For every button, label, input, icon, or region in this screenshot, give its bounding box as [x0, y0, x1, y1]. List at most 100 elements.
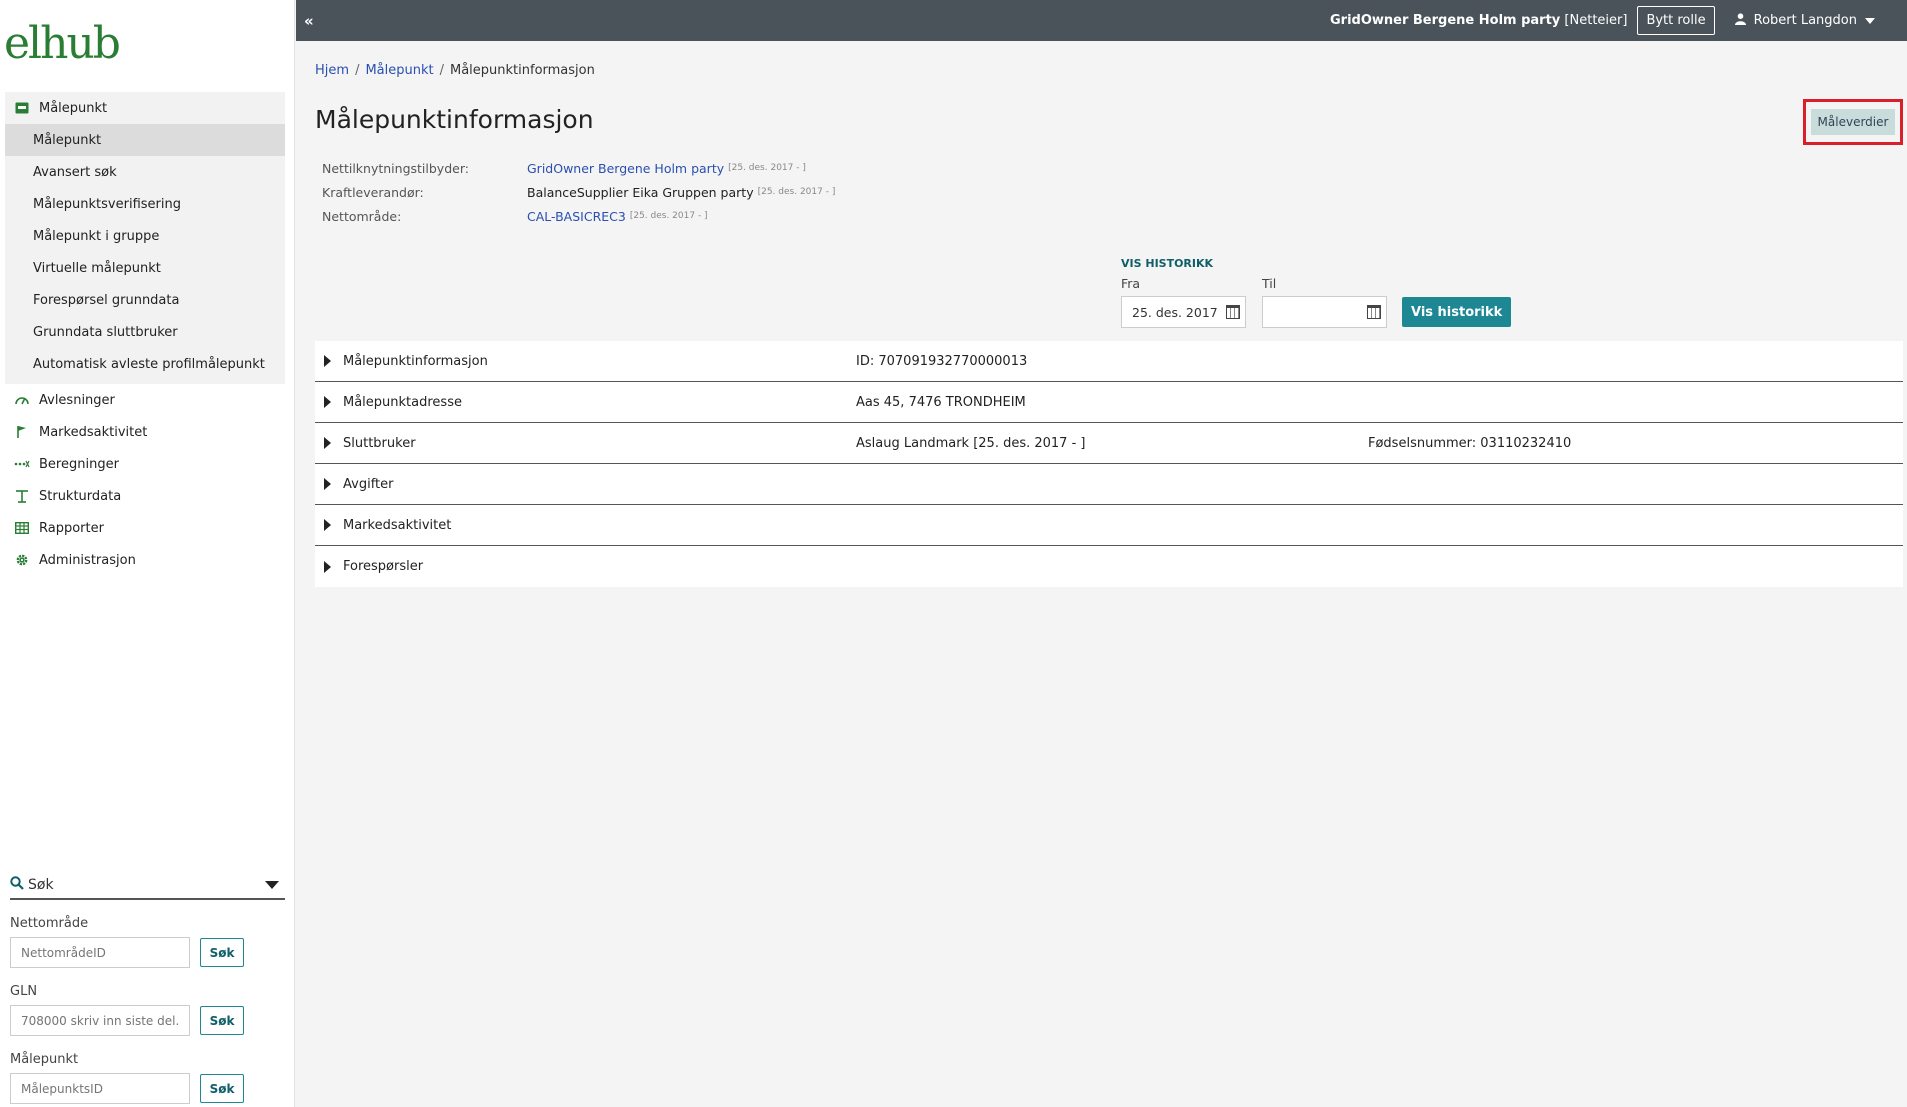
to-date-field[interactable]	[1262, 296, 1387, 328]
gln-input[interactable]	[10, 1005, 190, 1036]
supplier-value: BalanceSupplier Eika Gruppen party	[527, 184, 754, 200]
breadcrumb-separator: /	[439, 63, 444, 78]
nav-item-rapporter[interactable]: Rapporter	[5, 512, 285, 544]
sidebar: elhub Målepunkt Målepunkt Avansert søk M…	[0, 0, 295, 1107]
from-date-field[interactable]: 25. des. 2017	[1121, 296, 1246, 328]
breadcrumb-malepunkt[interactable]: Målepunkt	[365, 63, 433, 78]
nav-label: Markedsaktivitet	[39, 424, 148, 440]
nav-label: Strukturdata	[39, 488, 122, 504]
nav-item-strukturdata[interactable]: Strukturdata	[5, 480, 285, 512]
chevron-down-icon	[265, 881, 279, 889]
nav-subitem-avansert-sok[interactable]: Avansert søk	[5, 156, 285, 188]
caret-right-icon	[324, 355, 331, 367]
nav-subitem-malepunktsverifisering[interactable]: Målepunktsverifisering	[5, 188, 285, 220]
switch-role-button[interactable]: Bytt rolle	[1637, 6, 1715, 35]
user-icon	[1734, 12, 1746, 29]
history-title: VIS HISTORIKK	[1121, 257, 1214, 270]
collapse-sidebar-icon[interactable]: «	[304, 12, 328, 30]
accordion-label: Målepunktinformasjon	[343, 353, 488, 369]
breadcrumb-current: Målepunktinformasjon	[450, 63, 595, 78]
breadcrumb-hjem[interactable]: Hjem	[315, 63, 349, 78]
search-icon	[10, 876, 24, 894]
info-key: Nettilknytningstilbyder:	[322, 160, 469, 176]
caret-right-icon	[324, 437, 331, 449]
pylon-icon	[12, 489, 32, 503]
nav-subitem-grunndata-sluttbruker[interactable]: Grunndata sluttbruker	[5, 316, 285, 348]
elhub-logo[interactable]: elhub	[4, 18, 121, 69]
accordion-row-avgifter[interactable]: Avgifter	[315, 464, 1903, 505]
gln-search-button[interactable]: Søk	[200, 1006, 244, 1035]
gauge-icon	[12, 394, 32, 406]
nav-item-beregninger[interactable]: Beregninger	[5, 448, 285, 480]
history-filter: VIS HISTORIKK Fra Til 25. des. 2017 Vis …	[1121, 257, 1512, 328]
quick-search-title: Søk	[28, 877, 54, 893]
grid-owner-link[interactable]: GridOwner Bergene Holm party	[527, 161, 724, 176]
nav-label: Administrasjon	[39, 552, 136, 568]
nav-item-administrasjon[interactable]: Administrasjon	[5, 544, 285, 576]
main-content: Hjem / Målepunkt / Målepunktinformasjon Måle…	[296, 41, 1907, 1107]
quick-search-panel: Søk Nettområde Søk GLN Søk Målepunkt Søk	[10, 872, 285, 1104]
nav-label: Rapporter	[39, 520, 104, 536]
accordion-row-malepunktadresse[interactable]: Målepunktadresse Aas 45, 7476 TRONDHEIM	[315, 382, 1903, 423]
nettomrade-input[interactable]	[10, 937, 190, 968]
accordion-row-sluttbruker[interactable]: Sluttbruker Aslaug Landmark [25. des. 20…	[315, 423, 1903, 464]
current-role: GridOwner Bergene Holm party [Netteier]	[1330, 13, 1627, 28]
caret-right-icon	[324, 560, 331, 573]
nav-label: Beregninger	[39, 456, 119, 472]
metering-point-summary: Nettilknytningstilbyder: GridOwner Berge…	[322, 156, 835, 228]
maleverdier-button[interactable]: Måleverdier	[1810, 109, 1896, 135]
accordion-label: Sluttbruker	[343, 435, 416, 451]
accordion-value-secondary: Fødselsnummer: 03110232410	[1368, 435, 1572, 451]
nav-label: Avlesninger	[39, 392, 115, 408]
grid-area-link[interactable]: CAL-BASICREC3	[527, 209, 626, 224]
nav-subitem-virtuelle-malepunkt[interactable]: Virtuelle målepunkt	[5, 252, 285, 284]
user-name: Robert Langdon	[1753, 13, 1857, 28]
info-date: [25. des. 2017 - ]	[757, 187, 836, 197]
nav-item-malepunkt-group[interactable]: Målepunkt	[5, 92, 285, 124]
calendar-icon[interactable]	[1226, 305, 1240, 319]
from-date-value: 25. des. 2017	[1132, 304, 1218, 320]
maleverdier-highlight: Måleverdier	[1803, 99, 1903, 145]
nav-subitem-malepunkt[interactable]: Målepunkt	[5, 124, 285, 156]
nav-group-malepunkt: Målepunkt Målepunkt Avansert søk Målepun…	[5, 92, 285, 384]
accordion-row-foresporsler[interactable]: Forespørsler	[315, 546, 1903, 587]
nav-item-markedsaktivitet[interactable]: Markedsaktivitet	[5, 416, 285, 448]
nav-subitem-foresporsel-grunndata[interactable]: Forespørsel grunndata	[5, 284, 285, 316]
nettomrade-search-button[interactable]: Søk	[200, 938, 244, 967]
show-history-button[interactable]: Vis historikk	[1402, 297, 1512, 327]
nav-item-avlesninger[interactable]: Avlesninger	[5, 384, 285, 416]
accordion-label: Målepunktadresse	[343, 394, 462, 410]
from-label: Fra	[1121, 276, 1141, 291]
breadcrumb: Hjem / Målepunkt / Målepunktinformasjon	[315, 63, 595, 78]
page-title: Målepunktinformasjon	[315, 105, 594, 134]
quick-search-toggle[interactable]: Søk	[10, 872, 285, 900]
malepunkt-search-button[interactable]: Søk	[200, 1074, 244, 1103]
accordion-row-markedsaktivitet[interactable]: Markedsaktivitet	[315, 505, 1903, 546]
user-menu[interactable]: Robert Langdon	[1734, 12, 1875, 29]
caret-right-icon	[324, 519, 331, 531]
info-date: [25. des. 2017 - ]	[629, 211, 708, 221]
accordion-row-malepunktinformasjon[interactable]: Målepunktinformasjon ID: 707091932770000…	[315, 341, 1903, 382]
details-accordion: Målepunktinformasjon ID: 707091932770000…	[315, 341, 1903, 587]
calendar-icon[interactable]	[1367, 305, 1381, 319]
info-row: Nettilknytningstilbyder: GridOwner Berge…	[322, 156, 835, 180]
accordion-value: Aas 45, 7476 TRONDHEIM	[856, 394, 1026, 410]
accordion-value: Aslaug Landmark [25. des. 2017 - ]	[856, 435, 1086, 451]
nav-subitem-automatisk-avleste[interactable]: Automatisk avleste profilmålepunkt	[5, 348, 285, 380]
gln-label: GLN	[10, 984, 38, 999]
table-icon	[12, 522, 32, 534]
sidebar-nav: Målepunkt Målepunkt Avansert søk Målepun…	[5, 92, 285, 576]
accordion-label: Forespørsler	[343, 559, 424, 574]
to-label: Til	[1262, 276, 1277, 291]
caret-right-icon	[324, 396, 331, 408]
malepunkt-input[interactable]	[10, 1073, 190, 1104]
nav-subitem-malepunkt-i-gruppe[interactable]: Målepunkt i gruppe	[5, 220, 285, 252]
accordion-label: Avgifter	[343, 476, 394, 492]
accordion-value: ID: 707091932770000013	[856, 353, 1028, 369]
role-name: GridOwner Bergene Holm party	[1329, 13, 1561, 28]
info-row: Kraftleverandør: BalanceSupplier Eika Gr…	[322, 180, 835, 204]
info-date: [25. des. 2017 - ]	[728, 163, 806, 173]
meter-icon	[12, 102, 32, 114]
nettomrade-label: Nettområde	[10, 916, 89, 931]
info-row: Nettområde: CAL-BASICREC3 [25. des. 2017…	[322, 204, 835, 228]
